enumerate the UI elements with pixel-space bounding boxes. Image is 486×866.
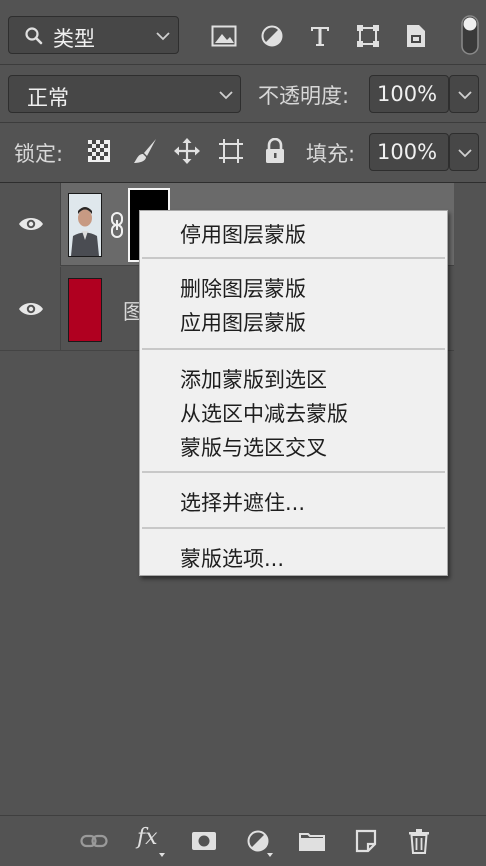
menu-item-disable-layer-mask[interactable]: 停用图层蒙版 xyxy=(180,219,306,249)
opacity-dropdown-button[interactable] xyxy=(449,75,479,113)
blend-mode-label: 正常 xyxy=(27,86,69,110)
menu-item-mask-options[interactable]: 蒙版选项... xyxy=(180,543,284,573)
adjustment-filter-icon[interactable] xyxy=(258,22,286,50)
blend-mode-select[interactable]: 正常 xyxy=(8,75,241,113)
layer-thumbnail[interactable] xyxy=(68,193,102,257)
smart-object-filter-icon[interactable] xyxy=(402,22,430,50)
context-menu: 停用图层蒙版 删除图层蒙版 应用图层蒙版 添加蒙版到选区 从选区中减去蒙版 蒙版… xyxy=(139,210,448,576)
menu-separator xyxy=(142,471,445,473)
menu-item-add-mask-to-selection[interactable]: 添加蒙版到选区 xyxy=(180,364,327,394)
menu-separator xyxy=(142,348,445,350)
link-layers-icon[interactable] xyxy=(79,828,109,854)
layer-thumbnail[interactable] xyxy=(68,278,102,342)
lock-label: 锁定: xyxy=(14,142,64,166)
menu-item-delete-layer-mask[interactable]: 删除图层蒙版 xyxy=(180,273,306,303)
fill-dropdown-button[interactable] xyxy=(449,133,479,171)
fx-icon[interactable]: fx xyxy=(137,825,158,850)
search-icon xyxy=(23,25,45,47)
shape-filter-icon[interactable] xyxy=(354,22,382,50)
divider xyxy=(0,64,486,65)
lock-position-icon[interactable] xyxy=(172,136,202,166)
chevron-down-icon xyxy=(154,27,172,45)
opacity-label: 不透明度: xyxy=(258,84,350,108)
lock-transparent-pixels-icon[interactable] xyxy=(86,138,112,164)
chevron-down-icon xyxy=(456,86,474,104)
menu-item-apply-layer-mask[interactable]: 应用图层蒙版 xyxy=(180,307,306,337)
fill-input[interactable]: 100% xyxy=(369,133,449,171)
menu-separator xyxy=(142,257,445,259)
delete-layer-icon[interactable] xyxy=(405,826,433,856)
image-filter-icon[interactable] xyxy=(210,22,238,50)
lock-all-icon[interactable] xyxy=(262,136,288,166)
lock-artboard-icon[interactable] xyxy=(216,136,246,166)
person-photo xyxy=(69,194,101,256)
chevron-down-icon xyxy=(456,144,474,162)
menu-item-select-and-mask[interactable]: 选择并遮住... xyxy=(180,487,305,517)
group-folder-icon[interactable] xyxy=(297,828,327,854)
filter-kind-label: 类型 xyxy=(53,27,95,51)
menu-item-intersect-mask-with-selection[interactable]: 蒙版与选区交叉 xyxy=(180,432,327,462)
submenu-arrow-icon xyxy=(158,852,166,858)
chevron-down-icon xyxy=(217,86,235,104)
fill-label: 填充: xyxy=(306,142,356,166)
add-mask-icon[interactable] xyxy=(190,828,218,854)
submenu-arrow-icon xyxy=(266,852,274,858)
opacity-value: 100% xyxy=(377,82,438,106)
fill-value: 100% xyxy=(377,140,438,164)
opacity-input[interactable]: 100% xyxy=(369,75,449,113)
lock-image-pixels-icon[interactable] xyxy=(130,136,160,166)
type-filter-icon[interactable] xyxy=(306,22,334,50)
eye-icon[interactable] xyxy=(17,213,45,235)
link-chain-icon[interactable] xyxy=(107,210,127,240)
filter-toggle-switch[interactable] xyxy=(460,14,480,56)
adjustment-layer-icon[interactable] xyxy=(244,827,272,855)
divider xyxy=(0,122,486,123)
menu-item-subtract-mask-from-selection[interactable]: 从选区中减去蒙版 xyxy=(180,398,348,428)
bottom-toolbar: fx xyxy=(0,815,486,866)
filter-kind-select[interactable]: 类型 xyxy=(8,16,179,54)
menu-separator xyxy=(142,527,445,529)
new-layer-icon[interactable] xyxy=(352,827,380,855)
eye-icon[interactable] xyxy=(17,298,45,320)
